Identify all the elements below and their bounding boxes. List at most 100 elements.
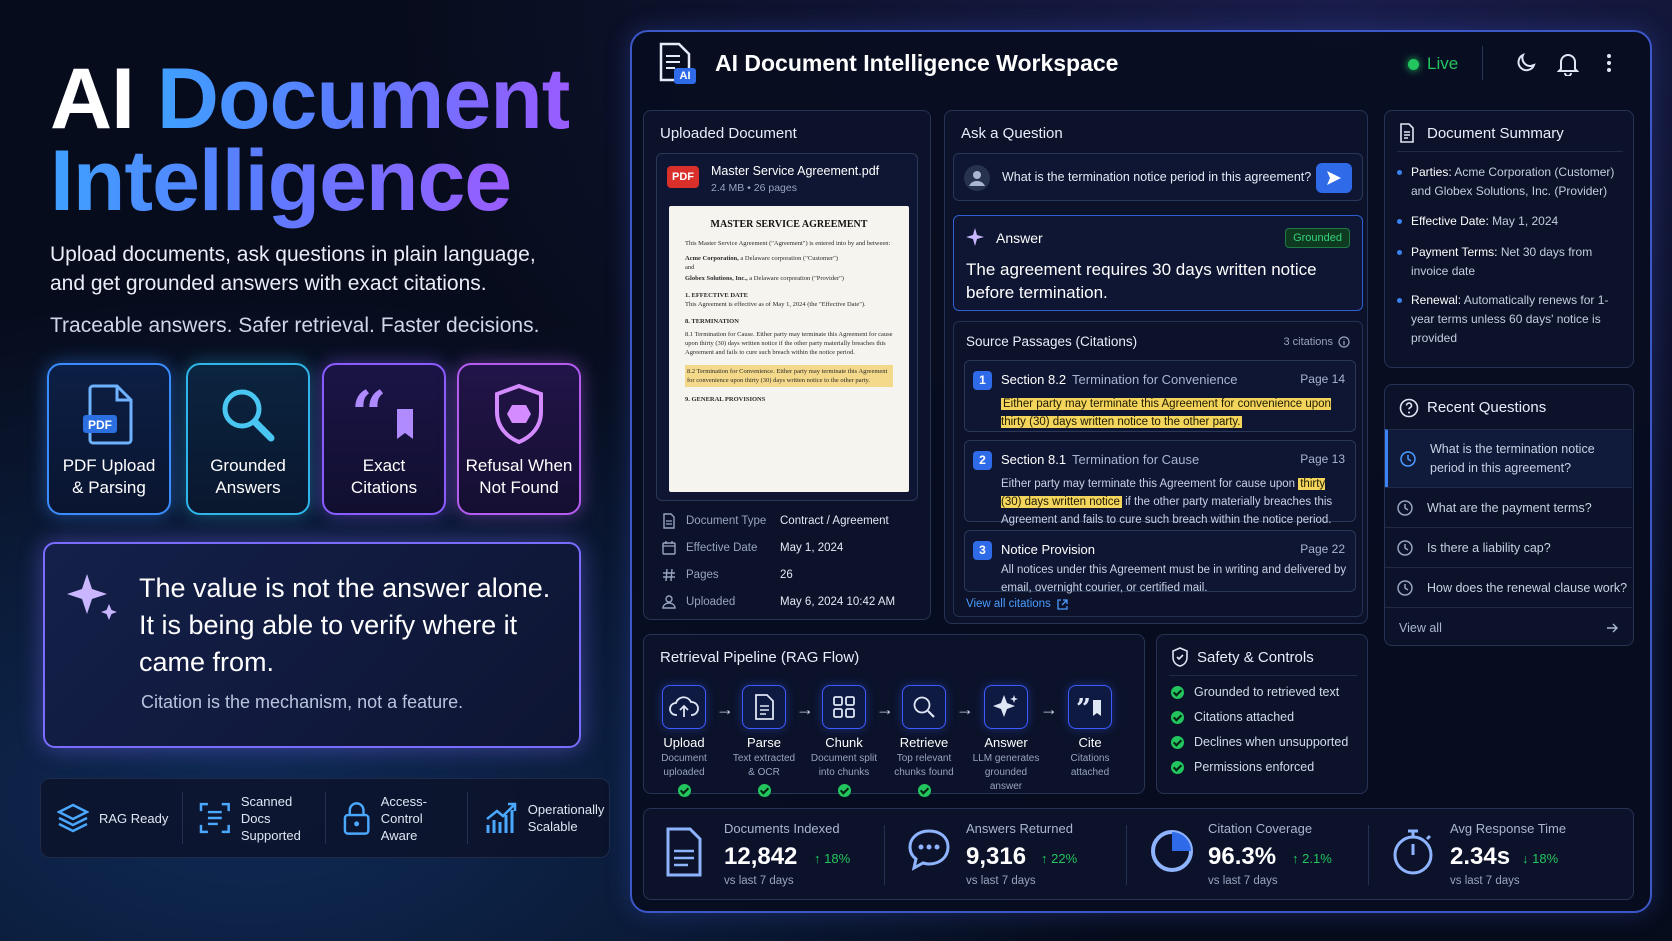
question-text: What is the termination notice period in… xyxy=(1002,170,1312,184)
lock-icon xyxy=(343,802,370,835)
shield-icon xyxy=(495,383,543,445)
pipeline-step-parse: Parse Text extracted & OCR xyxy=(728,685,800,802)
check-icon xyxy=(1171,685,1184,699)
stat-documents-indexed: Documents Indexed 12,842 ↑ 18% vs last 7… xyxy=(644,809,889,899)
pipeline-step-cite: ” Cite Citations attached xyxy=(1054,685,1126,780)
document-preview-card[interactable]: PDF Master Service Agreement.pdf 2.4 MB … xyxy=(656,153,918,501)
value-quote-card: The value is not the answer alone. It is… xyxy=(43,542,581,748)
header-divider xyxy=(1482,46,1483,80)
stopwatch-icon xyxy=(1393,829,1433,875)
pipeline-step-retrieve: Retrieve Top relevant chunks found xyxy=(888,685,960,802)
stat-citation-coverage: Citation Coverage 96.3% ↑ 2.1% vs last 7… xyxy=(1128,809,1373,899)
document-icon xyxy=(663,513,675,529)
layers-icon xyxy=(57,803,89,833)
citation-item[interactable]: 3 Notice Provision Page 22 All notices u… xyxy=(964,530,1356,594)
user-icon xyxy=(662,595,676,609)
panel-title: Uploaded Document xyxy=(660,125,797,142)
grid-icon xyxy=(833,696,855,718)
calendar-icon xyxy=(662,541,676,555)
svg-text:“: “ xyxy=(351,385,387,445)
sparkle-icon xyxy=(993,695,1018,717)
summary-effective-date: Effective Date: May 1, 2024 xyxy=(1397,212,1631,231)
stat-avg-response-time: Avg Response Time 2.34s ↓ 18% vs last 7 … xyxy=(1370,809,1615,899)
quote-subtext: Citation is the mechanism, not a feature… xyxy=(141,692,464,712)
feature-exact-citations[interactable]: “ Exact Citations xyxy=(322,363,446,515)
document-summary-panel: Document Summary Parties: Acme Corporati… xyxy=(1384,110,1634,368)
recent-question-item[interactable]: What is the termination notice period in… xyxy=(1385,429,1632,487)
safety-item: Permissions enforced xyxy=(1171,760,1314,774)
panel-title: Document Summary xyxy=(1427,125,1564,142)
search-icon xyxy=(222,389,275,442)
document-icon xyxy=(1400,123,1414,143)
citations-count: 3 citations xyxy=(1283,336,1350,348)
file-meta: 2.4 MB • 26 pages xyxy=(711,182,797,194)
question-circle-icon xyxy=(1399,398,1419,418)
question-input[interactable]: What is the termination notice period in… xyxy=(953,153,1363,201)
pie-icon xyxy=(1151,830,1193,872)
quote-icon: ” xyxy=(1076,695,1101,719)
sources-title: Source Passages (Citations) xyxy=(966,334,1138,349)
pipeline-step-upload: Upload Document uploaded xyxy=(648,685,720,802)
live-dot-icon xyxy=(1408,58,1419,70)
stat-answers-returned: Answers Returned 9,316 ↑ 22% vs last 7 d… xyxy=(886,809,1131,899)
recent-question-item[interactable]: Is there a liability cap? xyxy=(1385,527,1632,567)
check-icon xyxy=(757,784,771,797)
moon-icon[interactable] xyxy=(1515,52,1537,74)
safety-item: Declines when unsupported xyxy=(1171,735,1348,749)
hash-icon xyxy=(663,568,675,582)
feature-refusal-when-not-found[interactable]: Refusal When Not Found xyxy=(457,363,581,515)
citation-item[interactable]: 1 Section 8.2 Termination for Convenience… xyxy=(964,360,1356,432)
recent-question-item[interactable]: What are the payment terms? xyxy=(1385,487,1632,527)
retrieval-pipeline-panel: Retrieval Pipeline (RAG Flow) Upload Doc… xyxy=(643,634,1145,797)
badge-operationally-scalable: Operationally Scalable xyxy=(468,792,609,844)
feature-grounded-answers[interactable]: Grounded Answers xyxy=(186,363,310,515)
feature-pdf-upload[interactable]: PDF PDF Upload & Parsing xyxy=(47,363,171,515)
cloud-upload-icon xyxy=(669,696,699,717)
recent-questions-panel: Recent Questions What is the termination… xyxy=(1384,384,1634,646)
panel-title: Ask a Question xyxy=(961,125,1063,142)
source-passages: Source Passages (Citations) 3 citations … xyxy=(953,321,1363,617)
badge-scanned-docs: Scanned Docs Supported xyxy=(183,792,326,844)
meta-effective-date: Effective Date May 1, 2024 xyxy=(662,541,843,555)
check-icon xyxy=(1171,760,1184,774)
check-icon xyxy=(1171,735,1184,749)
uploaded-document-panel: Uploaded Document PDF Master Service Agr… xyxy=(643,110,931,620)
scan-icon xyxy=(199,802,231,834)
check-icon xyxy=(917,784,931,797)
ai-badge: AI xyxy=(674,68,696,84)
meta-pages: Pages 26 xyxy=(662,568,793,582)
app-title: AI Document Intelligence Workspace xyxy=(715,50,1119,76)
pipeline-step-chunk: Chunk Document split into chunks xyxy=(808,685,880,802)
document-page-preview: MASTER SERVICE AGREEMENT This Master Ser… xyxy=(669,206,909,492)
svg-text:PDF: PDF xyxy=(88,418,112,432)
document-icon xyxy=(755,694,774,720)
more-menu-icon[interactable] xyxy=(1605,52,1613,74)
meta-uploaded: Uploaded May 6, 2024 10:42 AM xyxy=(662,595,895,609)
quote-text: The value is not the answer alone. It is… xyxy=(139,573,551,677)
answer-text: The agreement requires 30 days written n… xyxy=(966,260,1317,302)
view-all-citations-link[interactable]: View all citations xyxy=(966,598,1068,610)
panel-title: Retrieval Pipeline (RAG Flow) xyxy=(660,649,860,666)
safety-controls-panel: Safety & Controls Grounded to retrieved … xyxy=(1156,634,1368,794)
chat-icon xyxy=(908,829,950,871)
hero-tagline: Traceable answers. Safer retrieval. Fast… xyxy=(50,314,540,337)
send-button[interactable] xyxy=(1316,163,1352,193)
clock-icon xyxy=(1397,499,1413,516)
clock-icon xyxy=(1397,579,1413,596)
citation-item[interactable]: 2 Section 8.1 Termination for Cause Page … xyxy=(964,440,1356,526)
hero-subtitle: Upload documents, ask questions in plain… xyxy=(50,243,536,295)
pdf-icon: PDF xyxy=(83,384,133,445)
check-icon xyxy=(677,784,691,797)
bell-icon[interactable] xyxy=(1557,52,1579,76)
panel-title: Recent Questions xyxy=(1427,399,1547,416)
recent-question-item[interactable]: How does the renewal clause work? xyxy=(1385,567,1632,607)
avatar-icon xyxy=(964,165,990,191)
shield-icon xyxy=(1172,647,1188,667)
panel-title: Safety & Controls xyxy=(1197,649,1314,666)
view-all-questions-link[interactable]: View all xyxy=(1385,607,1632,647)
app-logo: AI xyxy=(656,42,696,91)
pipeline-step-answer: Answer LLM generates grounded answer xyxy=(968,685,1044,794)
arrow-right-icon xyxy=(1607,623,1618,632)
ask-question-panel: Ask a Question What is the termination n… xyxy=(944,110,1368,624)
safety-item: Citations attached xyxy=(1171,710,1294,724)
